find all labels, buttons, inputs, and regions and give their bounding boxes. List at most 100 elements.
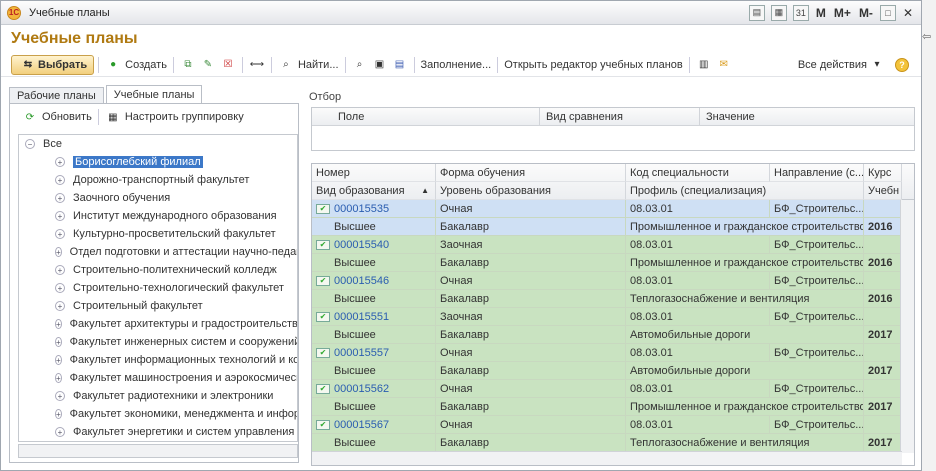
- copy-icon[interactable]: ⧉: [181, 58, 195, 72]
- table-row[interactable]: ✔ 000015567 Очная 08.03.01 БФ_Строительс...: [312, 416, 914, 434]
- memory-m-button[interactable]: M: [816, 6, 826, 20]
- cell-number-text: 000015551: [334, 310, 390, 323]
- collapse-icon[interactable]: −: [25, 139, 35, 149]
- col-profile[interactable]: Профиль (специализация): [626, 182, 864, 200]
- app-logo-icon: 1C: [7, 5, 21, 20]
- grouping-icon[interactable]: ▦: [106, 110, 120, 124]
- tree-item[interactable]: + Отдел подготовки и аттестации научно-пе…: [19, 243, 297, 261]
- find-icon[interactable]: ⌕: [279, 58, 293, 72]
- table-row[interactable]: Высшее Бакалавр Автомобильные дороги 2017: [312, 362, 914, 380]
- expand-icon[interactable]: +: [55, 229, 65, 239]
- tree-root[interactable]: − Все: [19, 135, 297, 153]
- tree-horizontal-scrollbar[interactable]: [18, 444, 298, 458]
- col-specialty-code[interactable]: Код специальности: [626, 164, 770, 182]
- history-icon[interactable]: ⟷: [250, 58, 264, 72]
- table-row[interactable]: ✔ 000015551 Заочная 08.03.01 БФ_Строительс..…: [312, 308, 914, 326]
- expand-icon[interactable]: +: [55, 373, 62, 383]
- all-actions-menu[interactable]: Все действия ▾ ?: [798, 57, 909, 72]
- tree-item[interactable]: + Факультет инженерных систем и сооружени…: [19, 333, 297, 351]
- expand-icon[interactable]: +: [55, 265, 65, 275]
- memory-minus-button[interactable]: M-: [859, 6, 873, 20]
- expand-icon[interactable]: +: [55, 283, 65, 293]
- filter-table[interactable]: Поле Вид сравнения Значение: [311, 107, 915, 151]
- table-row[interactable]: Высшее Бакалавр Теплогазоснабжение и венти…: [312, 290, 914, 308]
- tree-item[interactable]: + Факультет архитектуры и градостроительс…: [19, 315, 297, 333]
- expand-icon[interactable]: +: [55, 211, 65, 221]
- table-row[interactable]: Высшее Бакалавр Промышленное и гражданское…: [312, 398, 914, 416]
- expand-icon[interactable]: +: [55, 391, 65, 401]
- col-course[interactable]: Курс: [864, 164, 902, 182]
- col-number[interactable]: Номер: [312, 164, 436, 182]
- tab-bar: Рабочие планы Учебные планы: [9, 85, 299, 103]
- table-row[interactable]: ✔ 000015546 Очная 08.03.01 БФ_Строительс...: [312, 272, 914, 290]
- tree-item[interactable]: + Факультет информационных технологий и к…: [19, 351, 297, 369]
- table-row[interactable]: ✔ 000015540 Заочная 08.03.01 БФ_Строительс..…: [312, 236, 914, 254]
- tree-item[interactable]: + Факультет энергетики и систем управлени…: [19, 423, 297, 441]
- table-row[interactable]: Высшее Бакалавр Промышленное и гражданское…: [312, 254, 914, 272]
- expand-icon[interactable]: +: [55, 319, 62, 329]
- tree-item[interactable]: + Заочного обучения: [19, 189, 297, 207]
- table-row[interactable]: ✔ 000015557 Очная 08.03.01 БФ_Строительс...: [312, 344, 914, 362]
- delete-icon[interactable]: ☒: [221, 58, 235, 72]
- tree-item[interactable]: + Борисоглебский филиал: [19, 153, 297, 171]
- separator: [344, 56, 346, 73]
- edit-icon[interactable]: ✎: [201, 58, 215, 72]
- select-button[interactable]: ⇆ Выбрать: [11, 54, 95, 75]
- table-row[interactable]: ✔ 000015535 Очная 08.03.01 БФ_Строительс...: [312, 200, 914, 218]
- expand-icon[interactable]: +: [55, 175, 65, 185]
- table-row[interactable]: Высшее Бакалавр Теплогазоснабжение и венти…: [312, 434, 914, 452]
- table-row[interactable]: ✔ 000015562 Очная 08.03.01 БФ_Строительс...: [312, 380, 914, 398]
- print-icon[interactable]: ▥: [697, 58, 711, 72]
- list-icon[interactable]: ▤: [393, 58, 407, 72]
- record-status-icon: ✔: [316, 311, 330, 322]
- col-study-year[interactable]: Учебн: [864, 182, 902, 200]
- panel-edge-arrow-icon[interactable]: ⇦: [922, 30, 936, 44]
- fill-button[interactable]: Заполнение...: [421, 59, 492, 71]
- col-education-level[interactable]: Уровень образования: [436, 182, 626, 200]
- find-button[interactable]: Найти...: [298, 59, 339, 71]
- tree-item[interactable]: + Факультет машиностроения и аэрокосмичес…: [19, 369, 297, 387]
- tab-study-plans[interactable]: Учебные планы: [105, 85, 203, 103]
- maximize-icon[interactable]: □: [879, 4, 896, 21]
- refresh-button[interactable]: Обновить: [42, 111, 92, 123]
- mail-icon[interactable]: ✉: [717, 58, 731, 72]
- expand-icon[interactable]: +: [55, 301, 65, 311]
- cancel-search-icon[interactable]: ⌕: [353, 58, 367, 72]
- grouping-button[interactable]: Настроить группировку: [125, 111, 244, 123]
- refresh-icon[interactable]: ⟳: [23, 110, 37, 124]
- help-icon[interactable]: ?: [895, 57, 909, 72]
- expand-icon[interactable]: +: [55, 409, 62, 419]
- folder-icon[interactable]: ▣: [373, 58, 387, 72]
- tree-item[interactable]: + Культурно-просветительский факультет: [19, 225, 297, 243]
- create-icon[interactable]: ●: [106, 58, 120, 72]
- close-icon[interactable]: ✕: [903, 6, 913, 20]
- doc-icon[interactable]: ▤: [748, 4, 765, 21]
- tree-item[interactable]: + Дорожно-транспортный факультет: [19, 171, 297, 189]
- expand-icon[interactable]: +: [55, 427, 65, 437]
- col-education-type[interactable]: Вид образования ▲: [312, 182, 436, 200]
- grid-horizontal-scrollbar[interactable]: [312, 451, 902, 465]
- expand-icon[interactable]: +: [55, 337, 62, 347]
- tree-item[interactable]: + Институт международного образования: [19, 207, 297, 225]
- calculator-icon[interactable]: ▦: [770, 4, 787, 21]
- expand-icon[interactable]: +: [55, 157, 65, 167]
- tree-item[interactable]: + Строительный факультет: [19, 297, 297, 315]
- col-study-form[interactable]: Форма обучения: [436, 164, 626, 182]
- grid-vertical-scrollbar[interactable]: [900, 200, 914, 453]
- table-row[interactable]: Высшее Бакалавр Автомобильные дороги 2017: [312, 326, 914, 344]
- tree-item[interactable]: + Факультет радиотехники и электроники: [19, 387, 297, 405]
- calendar-icon[interactable]: 31: [792, 4, 809, 21]
- tree-item[interactable]: + Факультет экономики, менеджмента и инфо…: [19, 405, 297, 423]
- select-icon: ⇆: [23, 59, 33, 70]
- tab-work-plans[interactable]: Рабочие планы: [9, 87, 104, 103]
- create-button[interactable]: Создать: [125, 59, 167, 71]
- tree-item[interactable]: + Строительно-политехнический колледж: [19, 261, 297, 279]
- table-row[interactable]: Высшее Бакалавр Промышленное и гражданское…: [312, 218, 914, 236]
- memory-plus-button[interactable]: M+: [834, 6, 851, 20]
- tree-item[interactable]: + Строительно-технологический факультет: [19, 279, 297, 297]
- open-editor-button[interactable]: Открыть редактор учебных планов: [504, 59, 683, 71]
- expand-icon[interactable]: +: [55, 247, 62, 257]
- col-direction[interactable]: Направление (с...: [770, 164, 864, 182]
- expand-icon[interactable]: +: [55, 193, 65, 203]
- expand-icon[interactable]: +: [55, 355, 62, 365]
